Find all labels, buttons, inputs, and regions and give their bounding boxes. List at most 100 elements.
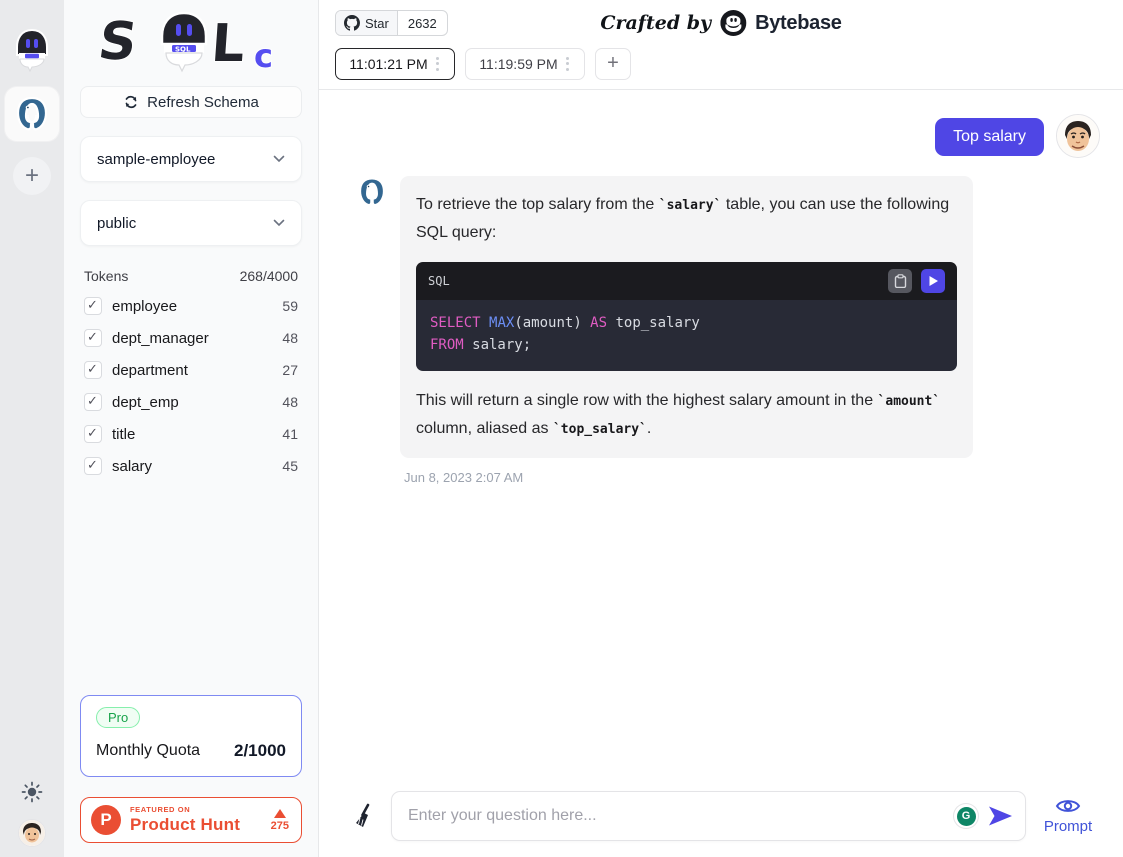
table-checkbox[interactable]	[84, 457, 102, 475]
table-token-count: 45	[282, 458, 298, 474]
assistant-paragraph: This will return a single row with the h…	[416, 387, 957, 443]
table-name: dept_manager	[112, 330, 209, 347]
assistant-message-bubble: To retrieve the top salary from the `sal…	[400, 176, 973, 458]
upvote-count: 275	[271, 820, 289, 832]
table-row: title 41	[80, 418, 302, 450]
connection-item-postgres[interactable]	[5, 87, 59, 141]
prompt-label: Prompt	[1044, 818, 1092, 835]
svg-text:L: L	[209, 14, 246, 74]
tokens-value: 268/4000	[240, 268, 298, 284]
send-button[interactable]	[988, 805, 1013, 827]
star-label: Star	[365, 16, 389, 31]
sql-code-block: SQL	[416, 262, 957, 371]
message-area: Top salary	[319, 90, 1123, 783]
conversation-tab-active[interactable]: 11:01:21 PM	[335, 48, 455, 80]
quota-value: 2/1000	[234, 741, 286, 761]
prompt-button[interactable]: Prompt	[1039, 797, 1097, 835]
grammarly-icon[interactable]: G	[954, 804, 978, 828]
featured-on-label: FEATURED ON	[130, 806, 240, 815]
github-star-button[interactable]: Star 2632	[335, 10, 448, 36]
pro-badge: Pro	[96, 707, 140, 728]
code-line: SELECT MAX(amount) AS top_salary	[430, 315, 700, 331]
table-checkbox[interactable]	[84, 297, 102, 315]
table-checkbox[interactable]	[84, 425, 102, 443]
schema-select-value: public	[97, 215, 136, 232]
star-count: 2632	[398, 11, 447, 35]
table-checkbox[interactable]	[84, 393, 102, 411]
question-input-box: G	[391, 791, 1026, 841]
crafted-by-text: Crafted by	[600, 12, 711, 34]
table-list: employee 59 dept_manager 48 department 2…	[80, 290, 302, 482]
svg-text:S: S	[96, 12, 141, 72]
main-header: Star 2632 Crafted by Bytebase 11:01:21 P…	[319, 0, 1123, 90]
eye-icon	[1055, 797, 1081, 815]
table-checkbox[interactable]	[84, 329, 102, 347]
tokens-label: Tokens	[84, 268, 128, 284]
table-name: employee	[112, 298, 177, 315]
connection-rail: +	[0, 0, 64, 857]
database-select-value: sample-employee	[97, 151, 215, 168]
inline-code: `amount`	[878, 394, 941, 409]
product-hunt-name: Product Hunt	[130, 815, 240, 835]
sqlchat-robot-icon[interactable]	[12, 28, 52, 77]
table-name: dept_emp	[112, 394, 179, 411]
copy-code-button[interactable]	[888, 269, 912, 293]
table-checkbox[interactable]	[84, 361, 102, 379]
refresh-icon	[123, 94, 139, 110]
table-name: department	[112, 362, 188, 379]
table-token-count: 48	[282, 394, 298, 410]
table-row: dept_manager 48	[80, 322, 302, 354]
table-row: salary 45	[80, 450, 302, 482]
assistant-paragraph: To retrieve the top salary from the `sal…	[416, 191, 957, 247]
schema-sidebar: S SQL L c Refresh Schema sample-employee	[64, 0, 319, 857]
code-body: SELECT MAX(amount) AS top_salary FROM sa…	[416, 300, 957, 371]
upvote-icon	[274, 809, 286, 818]
chevron-down-icon	[273, 219, 285, 227]
kebab-menu-icon[interactable]	[564, 55, 571, 73]
postgres-icon	[13, 95, 51, 133]
bytebase-name: Bytebase	[755, 12, 842, 35]
add-connection-button[interactable]: +	[13, 157, 51, 195]
inline-code: `top_salary`	[553, 422, 647, 437]
send-icon	[988, 805, 1013, 827]
user-message-bubble: Top salary	[935, 118, 1044, 156]
conversation-tabs: 11:01:21 PM 11:19:59 PM +	[335, 38, 1107, 89]
schema-select[interactable]: public	[80, 200, 302, 246]
clear-conversation-button[interactable]	[352, 803, 378, 829]
product-hunt-badge[interactable]: P FEATURED ON Product Hunt 275	[80, 797, 302, 843]
sqlchat-logo: S SQL L c	[80, 0, 302, 86]
theme-toggle-sun-icon[interactable]	[21, 781, 43, 803]
conversation-tab[interactable]: 11:19:59 PM	[465, 48, 585, 80]
table-token-count: 41	[282, 426, 298, 442]
account-avatar[interactable]	[18, 819, 46, 847]
quota-card[interactable]: Pro Monthly Quota 2/1000	[80, 695, 302, 777]
github-icon	[344, 15, 360, 31]
clipboard-icon	[894, 274, 907, 288]
database-select[interactable]: sample-employee	[80, 136, 302, 182]
table-token-count: 48	[282, 330, 298, 346]
run-query-button[interactable]	[921, 269, 945, 293]
play-icon	[928, 275, 939, 287]
table-row: dept_emp 48	[80, 386, 302, 418]
assistant-postgres-avatar	[356, 176, 388, 208]
refresh-schema-button[interactable]: Refresh Schema	[80, 86, 302, 118]
product-hunt-logo-icon: P	[91, 805, 121, 835]
table-row: department 27	[80, 354, 302, 386]
code-line: FROM salary;	[430, 337, 531, 353]
svg-text:c: c	[254, 37, 273, 75]
table-token-count: 59	[282, 298, 298, 314]
conversation-tab-label: 11:19:59 PM	[479, 56, 557, 72]
inline-code: `salary`	[659, 198, 722, 213]
kebab-menu-icon[interactable]	[434, 55, 441, 73]
code-language-label: SQL	[428, 271, 450, 292]
refresh-schema-label: Refresh Schema	[147, 94, 259, 111]
question-input[interactable]	[408, 807, 954, 825]
broom-icon	[352, 803, 378, 829]
table-name: salary	[112, 458, 152, 475]
user-avatar	[1056, 114, 1100, 158]
crafted-by[interactable]: Crafted by Bytebase	[600, 10, 841, 36]
new-conversation-button[interactable]: +	[595, 48, 631, 80]
input-bar: G Prompt	[319, 783, 1123, 857]
table-token-count: 27	[282, 362, 298, 378]
chat-main: Star 2632 Crafted by Bytebase 11:01:21 P…	[319, 0, 1123, 857]
